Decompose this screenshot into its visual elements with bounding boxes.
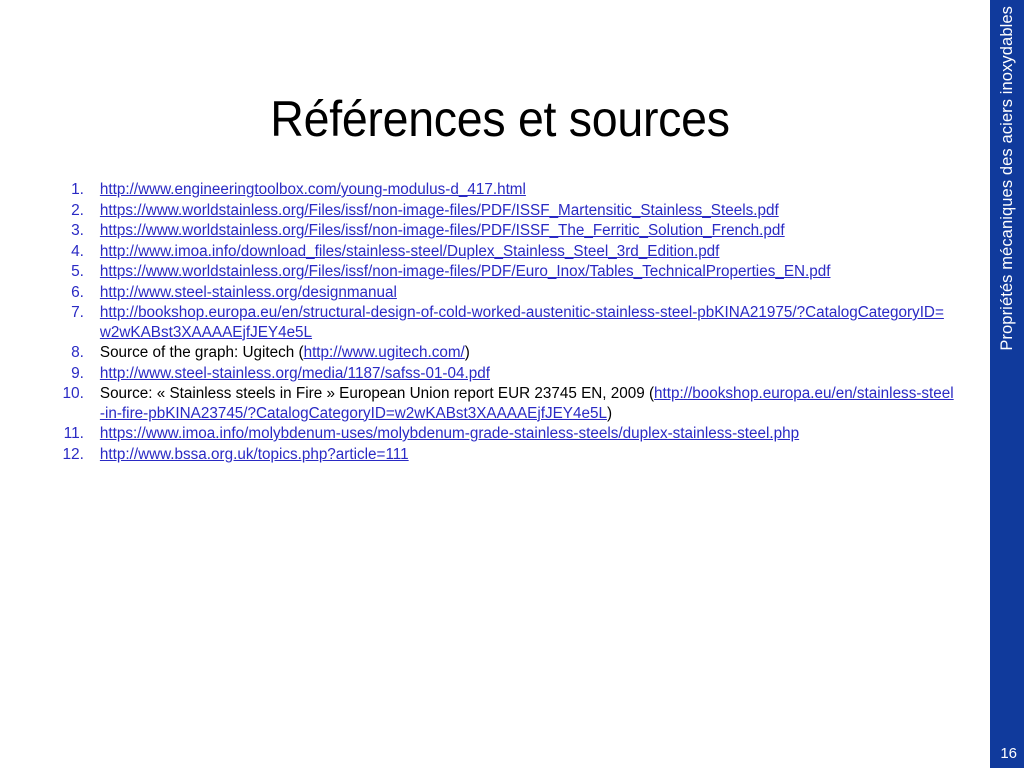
list-item-number: 5.	[71, 263, 84, 280]
reference-link[interactable]: https://www.worldstainless.org/Files/iss…	[100, 263, 831, 280]
list-item-content: http://www.steel-stainless.org/media/118…	[92, 364, 955, 384]
reference-link[interactable]: http://www.ugitech.com/	[304, 344, 465, 361]
list-item-number: 12.	[62, 445, 84, 463]
list-item-content: http://www.imoa.info/download_files/stai…	[92, 242, 955, 262]
references-list: 1. http://www.engineeringtoolbox.com/youn…	[48, 180, 968, 465]
list-item-number: 7.	[71, 304, 84, 321]
list-item: 5. https://www.worldstainless.org/Files/i…	[48, 262, 968, 282]
list-item-number: 10.	[62, 385, 84, 402]
list-item-content: https://www.worldstainless.org/Files/iss…	[92, 201, 955, 221]
reference-link[interactable]: http://www.imoa.info/download_files/stai…	[100, 243, 720, 260]
list-item: 9. http://www.steel-stainless.org/media/1…	[48, 364, 968, 384]
list-item: 6. http://www.steel-stainless.org/designm…	[48, 283, 968, 303]
sidebar-accent-bar: Propriétés mécaniques des aciers inoxyda…	[990, 0, 1024, 768]
reference-text: Source of the graph: Ugitech (	[99, 344, 304, 361]
list-item-number: 2.	[71, 201, 84, 219]
list-item-content: Source of the graph: Ugitech (http://www…	[92, 343, 955, 363]
reference-link[interactable]: http://bookshop.europa.eu/en/structural-…	[100, 304, 944, 341]
reference-text: Source: « Stainless steels in Fire » Eur…	[99, 385, 655, 402]
list-item-number: 6.	[71, 283, 84, 301]
reference-link[interactable]: http://www.bssa.org.uk/topics.php?articl…	[100, 446, 409, 463]
list-item: 12. http://www.bssa.org.uk/topics.php?art…	[48, 445, 968, 465]
reference-text: )	[606, 404, 613, 422]
list-item-number: 8.	[71, 344, 84, 361]
list-item-content: http://www.steel-stainless.org/designman…	[92, 283, 955, 303]
list-item-content: http://www.bssa.org.uk/topics.php?articl…	[92, 445, 955, 465]
list-item: 11. https://www.imoa.info/molybdenum-uses…	[48, 424, 968, 444]
list-item-number: 1.	[71, 181, 84, 198]
reference-link[interactable]: http://www.steel-stainless.org/designman…	[100, 284, 397, 301]
reference-link[interactable]: https://www.worldstainless.org/Files/iss…	[100, 222, 785, 239]
list-item: 8. Source of the graph: Ugitech (http://w…	[48, 343, 968, 363]
list-item: 2. https://www.worldstainless.org/Files/i…	[48, 201, 968, 221]
reference-link[interactable]: https://www.imoa.info/molybdenum-uses/mo…	[100, 425, 799, 442]
list-item-content: Source: « Stainless steels in Fire » Eur…	[92, 384, 955, 423]
list-item-number: 3.	[71, 222, 84, 239]
list-item: 1. http://www.engineeringtoolbox.com/youn…	[48, 180, 968, 200]
list-item-number: 11.	[63, 425, 84, 442]
page-title: Références et sources	[270, 90, 730, 147]
list-item-content: https://www.worldstainless.org/Files/iss…	[92, 262, 955, 282]
sidebar-vertical-title: Propriétés mécaniques des aciers inoxyda…	[997, 6, 1016, 351]
list-item-number: 9.	[71, 364, 84, 382]
list-item: 3. https://www.worldstainless.org/Files/i…	[48, 221, 968, 241]
reference-link[interactable]: http://www.steel-stainless.org/media/118…	[100, 365, 490, 382]
list-item: 4. http://www.imoa.info/download_files/st…	[48, 242, 968, 262]
list-item-content: http://www.engineeringtoolbox.com/young-…	[92, 180, 955, 200]
slide-canvas: Références et sources 1. http://www.engin…	[0, 0, 1024, 768]
list-item-content: https://www.imoa.info/molybdenum-uses/mo…	[92, 424, 955, 444]
list-item-content: http://bookshop.europa.eu/en/structural-…	[92, 303, 955, 342]
list-item-content: https://www.worldstainless.org/Files/iss…	[92, 221, 955, 241]
list-item-number: 4.	[71, 242, 84, 260]
list-item: 7. http://bookshop.europa.eu/en/structura…	[48, 303, 968, 342]
page-number: 16	[1000, 745, 1017, 762]
reference-text: )	[464, 344, 470, 361]
reference-link[interactable]: http://www.engineeringtoolbox.com/young-…	[100, 181, 526, 198]
reference-link[interactable]: https://www.worldstainless.org/Files/iss…	[100, 202, 779, 219]
list-item: 10. Source: « Stainless steels in Fire » …	[48, 384, 968, 423]
